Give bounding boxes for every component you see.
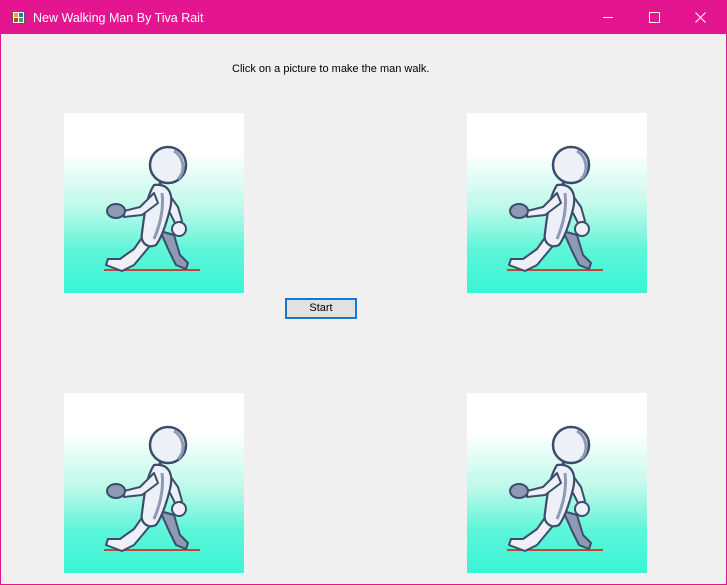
app-window: New Walking Man By Tiva Rait Click on a … xyxy=(0,0,727,585)
window-title: New Walking Man By Tiva Rait xyxy=(33,11,204,25)
close-icon xyxy=(694,12,706,23)
app-icon xyxy=(12,11,25,24)
maximize-icon xyxy=(648,12,660,23)
walking-man-picture-bottom-left[interactable] xyxy=(64,393,244,573)
minimize-icon xyxy=(602,17,613,18)
maximize-button[interactable] xyxy=(631,1,677,34)
walking-man-icon xyxy=(102,145,202,273)
minimize-button[interactable] xyxy=(585,1,631,34)
walking-man-icon xyxy=(102,425,202,553)
close-button[interactable] xyxy=(677,1,723,34)
start-button[interactable]: Start xyxy=(285,298,357,319)
walking-man-icon xyxy=(505,425,605,553)
walking-man-picture-top-left[interactable] xyxy=(64,113,244,293)
walking-man-icon xyxy=(505,145,605,273)
instruction-label: Click on a picture to make the man walk. xyxy=(232,63,430,75)
form-client-area: Click on a picture to make the man walk.… xyxy=(1,34,726,584)
title-bar[interactable]: New Walking Man By Tiva Rait xyxy=(1,1,726,34)
walking-man-picture-bottom-right[interactable] xyxy=(467,393,647,573)
walking-man-picture-top-right[interactable] xyxy=(467,113,647,293)
